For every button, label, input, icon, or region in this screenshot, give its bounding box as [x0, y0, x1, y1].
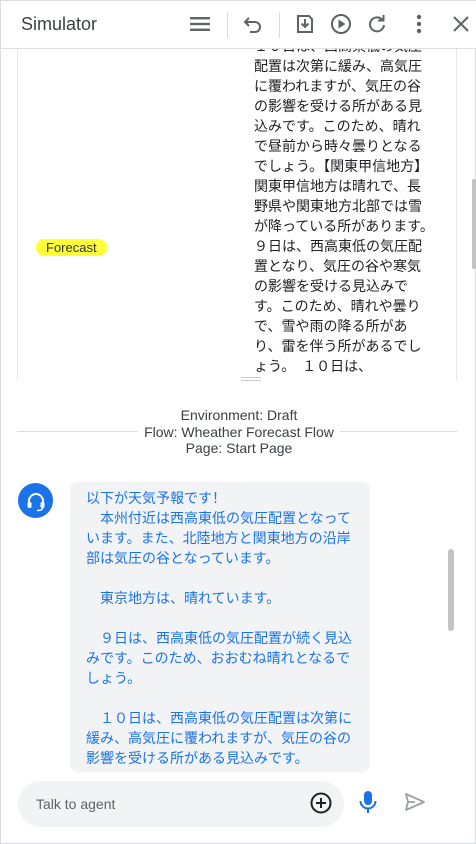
headset-icon [27, 492, 44, 511]
more-vert-icon[interactable] [406, 11, 432, 37]
talk-to-agent-input[interactable] [36, 794, 296, 814]
add-circle-icon[interactable] [309, 791, 333, 815]
simulator-window: Simulator Forecast １０日は、西高東低の気圧配置は次第に緩み、… [0, 0, 476, 844]
download-icon[interactable] [292, 11, 318, 37]
header: Simulator [1, 1, 476, 49]
environment-label: Environment: Draft [180, 407, 298, 423]
panel-scrollbar[interactable] [472, 179, 476, 269]
microphone-icon[interactable] [357, 789, 379, 815]
chat-scrollbar[interactable] [448, 549, 454, 631]
page-label: Page: Start Page [185, 440, 293, 456]
flow-label: Flow: Wheather Forecast Flow [138, 424, 340, 440]
resize-handle[interactable] [241, 377, 261, 381]
forecast-panel: Forecast １０日は、西高東低の気圧配置は次第に緩み、高気圧に覆われますが… [17, 49, 457, 380]
toolbar-divider [227, 12, 228, 38]
undo-icon[interactable] [240, 11, 266, 37]
play-icon[interactable] [328, 11, 354, 37]
send-icon[interactable] [403, 790, 427, 814]
chat-input-bar [18, 781, 344, 827]
page-title: Simulator [21, 14, 98, 34]
agent-avatar [18, 483, 53, 518]
agent-message-text: 以下が天気予報です！ 本州付近は西高東低の気圧配置となっています。また、北陸地方… [86, 491, 352, 767]
parameter-label: Forecast [36, 239, 107, 256]
refresh-icon[interactable] [364, 11, 390, 37]
flow-label-row: Flow: Wheather Forecast Flow [1, 424, 476, 440]
agent-message: 以下が天気予報です！ 本州付近は西高東低の気圧配置となっています。また、北陸地方… [70, 482, 370, 772]
menu-icon[interactable] [187, 11, 213, 37]
forecast-value-text: １０日は、西高東低の気圧配置は次第に緩み、高気圧に覆われますが、気圧の谷の影響を… [254, 49, 427, 375]
close-icon[interactable] [448, 11, 474, 37]
toolbar-divider [279, 12, 280, 38]
